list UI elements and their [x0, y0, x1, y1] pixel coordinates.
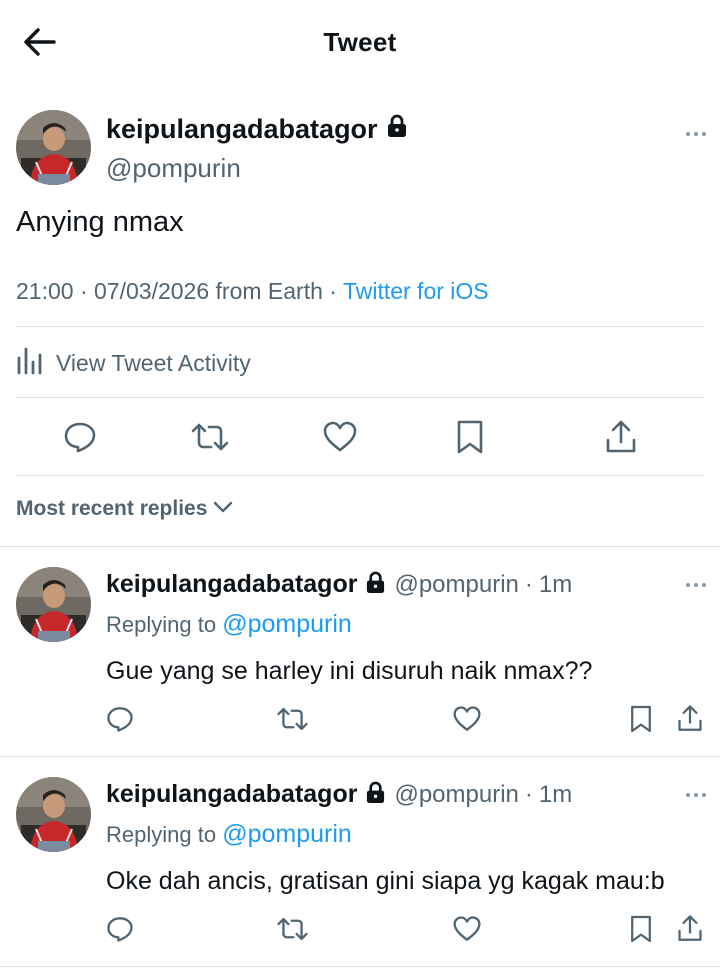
replying-to: Replying to @pompurin [106, 610, 352, 639]
retweet-icon[interactable] [276, 705, 309, 738]
page-title: Tweet [323, 27, 397, 57]
divider [0, 966, 720, 967]
lock-icon [386, 114, 408, 145]
tweet-text: Anying nmax [16, 206, 184, 238]
reply-item[interactable]: keipulangadabatagor @pompurin · 1m Reply… [0, 547, 720, 755]
author-name-row: keipulangadabatagor [106, 114, 408, 145]
reply-icon[interactable] [106, 705, 134, 738]
more-icon[interactable] [686, 130, 710, 138]
bookmark-icon[interactable] [455, 419, 485, 460]
view-tweet-activity-button[interactable]: View Tweet Activity [16, 345, 251, 381]
reply-author-name[interactable]: keipulangadabatagor [106, 780, 357, 809]
more-icon[interactable] [686, 791, 710, 799]
retweet-icon[interactable] [190, 420, 230, 459]
tweet-location: from Earth [215, 278, 323, 304]
more-icon[interactable] [686, 581, 710, 589]
author-name[interactable]: keipulangadabatagor [106, 114, 378, 145]
lock-icon [365, 781, 386, 809]
replying-to-mention[interactable]: @pompurin [222, 820, 352, 848]
reply-header: keipulangadabatagor @pompurin · 1m [106, 570, 572, 599]
view-tweet-activity-label: View Tweet Activity [56, 349, 251, 376]
reply-text: Oke dah ancis, gratisan gini siapa yg ka… [106, 867, 665, 895]
share-icon[interactable] [677, 704, 703, 738]
reply-author-handle[interactable]: @pompurin [394, 781, 518, 809]
author-handle[interactable]: @pompurin [106, 153, 241, 184]
replying-to-label: Replying to [106, 822, 217, 847]
meta-separator: · [79, 278, 95, 304]
meta-separator: · [329, 278, 343, 304]
avatar[interactable] [16, 567, 91, 642]
like-icon[interactable] [322, 420, 358, 459]
bookmark-icon[interactable] [629, 704, 653, 739]
reply-header: keipulangadabatagor @pompurin · 1m [106, 780, 572, 809]
reply-item[interactable]: keipulangadabatagor @pompurin · 1m Reply… [0, 757, 720, 967]
replying-to: Replying to @pompurin [106, 820, 352, 849]
separator-dot: · [524, 780, 533, 808]
reply-age: 1m [538, 570, 573, 598]
top-bar: Tweet [0, 0, 720, 86]
share-icon[interactable] [605, 419, 637, 460]
tweet-meta: 21:00 · 07/03/2026 from Earth · Twitter … [16, 278, 489, 305]
reply-author-name[interactable]: keipulangadabatagor [106, 570, 357, 599]
reply-icon[interactable] [63, 420, 97, 459]
reply-text: Gue yang se harley ini disuruh naik nmax… [106, 657, 593, 685]
tweet-time: 21:00 [16, 278, 74, 304]
divider [16, 475, 704, 476]
like-icon[interactable] [452, 915, 482, 948]
sort-replies-dropdown[interactable]: Most recent replies [16, 497, 233, 521]
like-icon[interactable] [452, 705, 482, 738]
reply-icon[interactable] [106, 915, 134, 948]
replying-to-mention[interactable]: @pompurin [222, 610, 352, 638]
avatar[interactable] [16, 110, 91, 185]
avatar[interactable] [16, 777, 91, 852]
retweet-icon[interactable] [276, 915, 309, 948]
chevron-down-icon [213, 500, 233, 519]
divider [16, 397, 704, 398]
separator-dot: · [524, 570, 533, 598]
bookmark-icon[interactable] [629, 914, 653, 949]
activity-chart-icon [16, 346, 44, 381]
share-icon[interactable] [677, 914, 703, 948]
reply-author-handle[interactable]: @pompurin [394, 571, 518, 599]
replying-to-label: Replying to [106, 612, 217, 637]
reply-age: 1m [538, 780, 573, 808]
divider [16, 326, 704, 327]
tweet-source-link[interactable]: Twitter for iOS [343, 278, 489, 304]
tweet-date: 07/03/2026 [94, 278, 210, 304]
sort-label: Most recent replies [16, 497, 208, 520]
lock-icon [365, 571, 386, 599]
